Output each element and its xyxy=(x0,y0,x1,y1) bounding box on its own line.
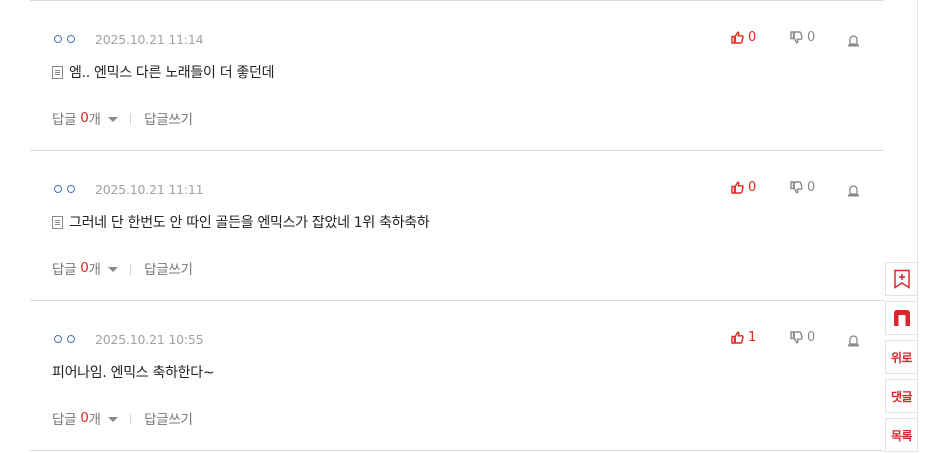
reply-row: 답글 0 개 | 답글쓰기 xyxy=(52,408,193,428)
siren-icon xyxy=(848,185,859,197)
comment-text: 피어나임. 엔믹스 축하한다~ xyxy=(52,362,215,382)
document-icon xyxy=(52,215,63,229)
like-button[interactable]: 0 xyxy=(731,30,756,45)
reply-toggle[interactable]: 답글 0 개 xyxy=(52,258,118,278)
reply-count: 0 xyxy=(80,260,89,276)
like-button[interactable]: 1 xyxy=(731,330,756,345)
chevron-down-icon xyxy=(107,266,118,272)
comment-item: 2025.10.21 11:11 그러네 단 한번도 안 따인 골든을 엔믹스가… xyxy=(30,150,884,301)
reply-count-suffix: 개 xyxy=(88,112,101,128)
comment-text: 엠.. 엔믹스 다른 노래들이 더 좋던데 xyxy=(52,62,274,82)
dislike-button[interactable]: 0 xyxy=(790,180,815,195)
reply-count: 0 xyxy=(80,410,89,426)
comment-date: 2025.10.21 11:14 xyxy=(95,31,204,47)
chevron-down-icon xyxy=(107,116,118,122)
author-nickname[interactable] xyxy=(54,335,75,343)
comment-meta: 2025.10.21 11:11 xyxy=(54,181,204,197)
n-logo-icon xyxy=(893,310,910,326)
comment-date: 2025.10.21 10:55 xyxy=(95,331,204,347)
divider xyxy=(30,450,884,451)
reply-count: 0 xyxy=(80,110,89,126)
comment-meta: 2025.10.21 10:55 xyxy=(54,331,204,347)
comment-date: 2025.10.21 11:11 xyxy=(95,181,204,197)
reply-count-suffix: 개 xyxy=(88,262,101,278)
siren-icon xyxy=(848,35,859,47)
separator: | xyxy=(128,411,133,425)
thumbs-up-icon xyxy=(731,31,744,44)
like-count: 0 xyxy=(748,30,757,45)
bookmark-plus-icon xyxy=(893,269,910,289)
separator: | xyxy=(128,111,133,125)
like-button[interactable]: 0 xyxy=(731,180,756,195)
reply-count-suffix: 개 xyxy=(88,412,101,428)
report-button[interactable] xyxy=(847,332,860,351)
comment-item: 2025.10.21 11:14 엠.. 엔믹스 다른 노래들이 더 좋던데 답… xyxy=(30,0,884,151)
chevron-down-icon xyxy=(107,416,118,422)
reply-label: 답글 xyxy=(52,412,77,428)
bookmark-button[interactable] xyxy=(885,262,918,296)
comment-text-content: 엠.. 엔믹스 다른 노래들이 더 좋던데 xyxy=(69,65,275,81)
comment-meta: 2025.10.21 11:14 xyxy=(54,31,204,47)
document-icon xyxy=(52,65,63,79)
comment-text-content: 피어나임. 엔믹스 축하한다~ xyxy=(52,365,215,381)
list-label: 목록 xyxy=(890,428,913,443)
author-nickname[interactable] xyxy=(54,185,75,193)
report-button[interactable] xyxy=(847,182,860,201)
comment-text: 그러네 단 한번도 안 따인 골든을 엔믹스가 잡았네 1위 축하축하 xyxy=(52,212,430,232)
comment-text-content: 그러네 단 한번도 안 따인 골든을 엔믹스가 잡았네 1위 축하축하 xyxy=(69,215,430,231)
dislike-button[interactable]: 0 xyxy=(790,330,815,345)
reply-row: 답글 0 개 | 답글쓰기 xyxy=(52,258,193,278)
write-reply-link[interactable]: 답글쓰기 xyxy=(144,408,193,428)
reply-label: 답글 xyxy=(52,112,77,128)
thumbs-down-icon xyxy=(790,31,803,44)
dislike-count: 0 xyxy=(807,330,816,345)
thumbs-down-icon xyxy=(790,181,803,194)
like-count: 1 xyxy=(748,330,757,345)
like-count: 0 xyxy=(748,180,757,195)
comment-item: 2025.10.21 10:55 피어나임. 엔믹스 축하한다~ 답글 0 개 … xyxy=(30,300,884,453)
author-nickname[interactable] xyxy=(54,35,75,43)
dislike-count: 0 xyxy=(807,30,816,45)
reply-label: 답글 xyxy=(52,262,77,278)
comments-label: 댓글 xyxy=(890,389,913,404)
scroll-top-label: 위로 xyxy=(890,350,913,365)
write-reply-link[interactable]: 답글쓰기 xyxy=(144,258,193,278)
siren-icon xyxy=(848,335,859,347)
thumbs-up-icon xyxy=(731,331,744,344)
thumbs-down-icon xyxy=(790,331,803,344)
report-button[interactable] xyxy=(847,32,860,51)
list-button[interactable]: 목록 xyxy=(885,418,918,452)
comments-button[interactable]: 댓글 xyxy=(885,379,918,413)
naver-logo-button[interactable] xyxy=(885,301,918,335)
dislike-count: 0 xyxy=(807,180,816,195)
dislike-button[interactable]: 0 xyxy=(790,30,815,45)
thumbs-up-icon xyxy=(731,181,744,194)
reply-row: 답글 0 개 | 답글쓰기 xyxy=(52,108,193,128)
separator: | xyxy=(128,261,133,275)
reply-toggle[interactable]: 답글 0 개 xyxy=(52,408,118,428)
write-reply-link[interactable]: 답글쓰기 xyxy=(144,108,193,128)
reply-toggle[interactable]: 답글 0 개 xyxy=(52,108,118,128)
scroll-top-button[interactable]: 위로 xyxy=(885,340,918,374)
